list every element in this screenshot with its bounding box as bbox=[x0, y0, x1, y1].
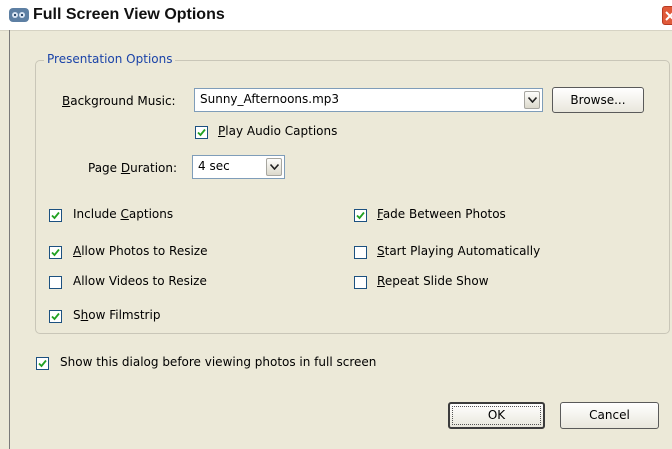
check-icon bbox=[197, 128, 206, 137]
allow-photos-resize-label[interactable]: Allow Photos to Resize bbox=[73, 244, 207, 258]
close-button[interactable] bbox=[662, 6, 672, 25]
repeat-slide-show-checkbox[interactable] bbox=[354, 276, 367, 289]
window-title: Full Screen View Options bbox=[33, 6, 225, 23]
background-music-value: Sunny_Afternoons.mp3 bbox=[200, 92, 340, 106]
check-icon bbox=[51, 248, 60, 257]
full-screen-view-options-dialog: Full Screen View Options Presentation Op… bbox=[0, 0, 672, 449]
fade-between-photos-checkbox[interactable] bbox=[354, 209, 367, 222]
show-dialog-label[interactable]: Show this dialog before viewing photos i… bbox=[60, 355, 376, 369]
allow-photos-resize-checkbox[interactable] bbox=[49, 246, 62, 259]
photo-app-icon bbox=[9, 7, 29, 23]
play-audio-captions-label[interactable]: Play Audio Captions bbox=[218, 124, 337, 138]
start-playing-automatically-checkbox[interactable] bbox=[354, 246, 367, 259]
page-duration-value: 4 sec bbox=[198, 159, 230, 173]
allow-videos-resize-checkbox[interactable] bbox=[49, 276, 62, 289]
presentation-options-label: Presentation Options bbox=[44, 52, 176, 66]
show-filmstrip-label[interactable]: Show Filmstrip bbox=[73, 308, 160, 322]
background-music-label: Background Music: bbox=[62, 94, 176, 108]
play-audio-captions-checkbox[interactable] bbox=[195, 126, 208, 139]
show-filmstrip-checkbox[interactable] bbox=[49, 310, 62, 323]
allow-videos-resize-label[interactable]: Allow Videos to Resize bbox=[73, 274, 207, 288]
show-dialog-checkbox[interactable] bbox=[36, 357, 49, 370]
fade-between-photos-label[interactable]: Fade Between Photos bbox=[377, 207, 506, 221]
check-icon bbox=[38, 359, 47, 368]
repeat-slide-show-label[interactable]: Repeat Slide Show bbox=[377, 274, 489, 288]
check-icon bbox=[356, 211, 365, 220]
ok-button[interactable]: OK bbox=[448, 402, 545, 429]
background-music-select[interactable]: Sunny_Afternoons.mp3 bbox=[194, 88, 543, 112]
close-icon bbox=[665, 11, 672, 21]
include-captions-checkbox[interactable] bbox=[49, 209, 62, 222]
check-icon bbox=[51, 312, 60, 321]
title-bar[interactable]: Full Screen View Options bbox=[0, 0, 672, 31]
cancel-button[interactable]: Cancel bbox=[560, 402, 659, 429]
browse-button[interactable]: Browse... bbox=[552, 87, 644, 113]
chevron-down-icon[interactable] bbox=[524, 91, 540, 109]
include-captions-label[interactable]: Include Captions bbox=[73, 207, 173, 221]
page-duration-label: Page Duration: bbox=[88, 161, 178, 175]
start-playing-automatically-label[interactable]: Start Playing Automatically bbox=[377, 244, 540, 258]
focus-rectangle bbox=[452, 406, 541, 425]
page-duration-select[interactable]: 4 sec bbox=[192, 155, 285, 179]
chevron-down-icon[interactable] bbox=[266, 158, 282, 176]
check-icon bbox=[51, 211, 60, 220]
window-left-border bbox=[9, 30, 10, 449]
